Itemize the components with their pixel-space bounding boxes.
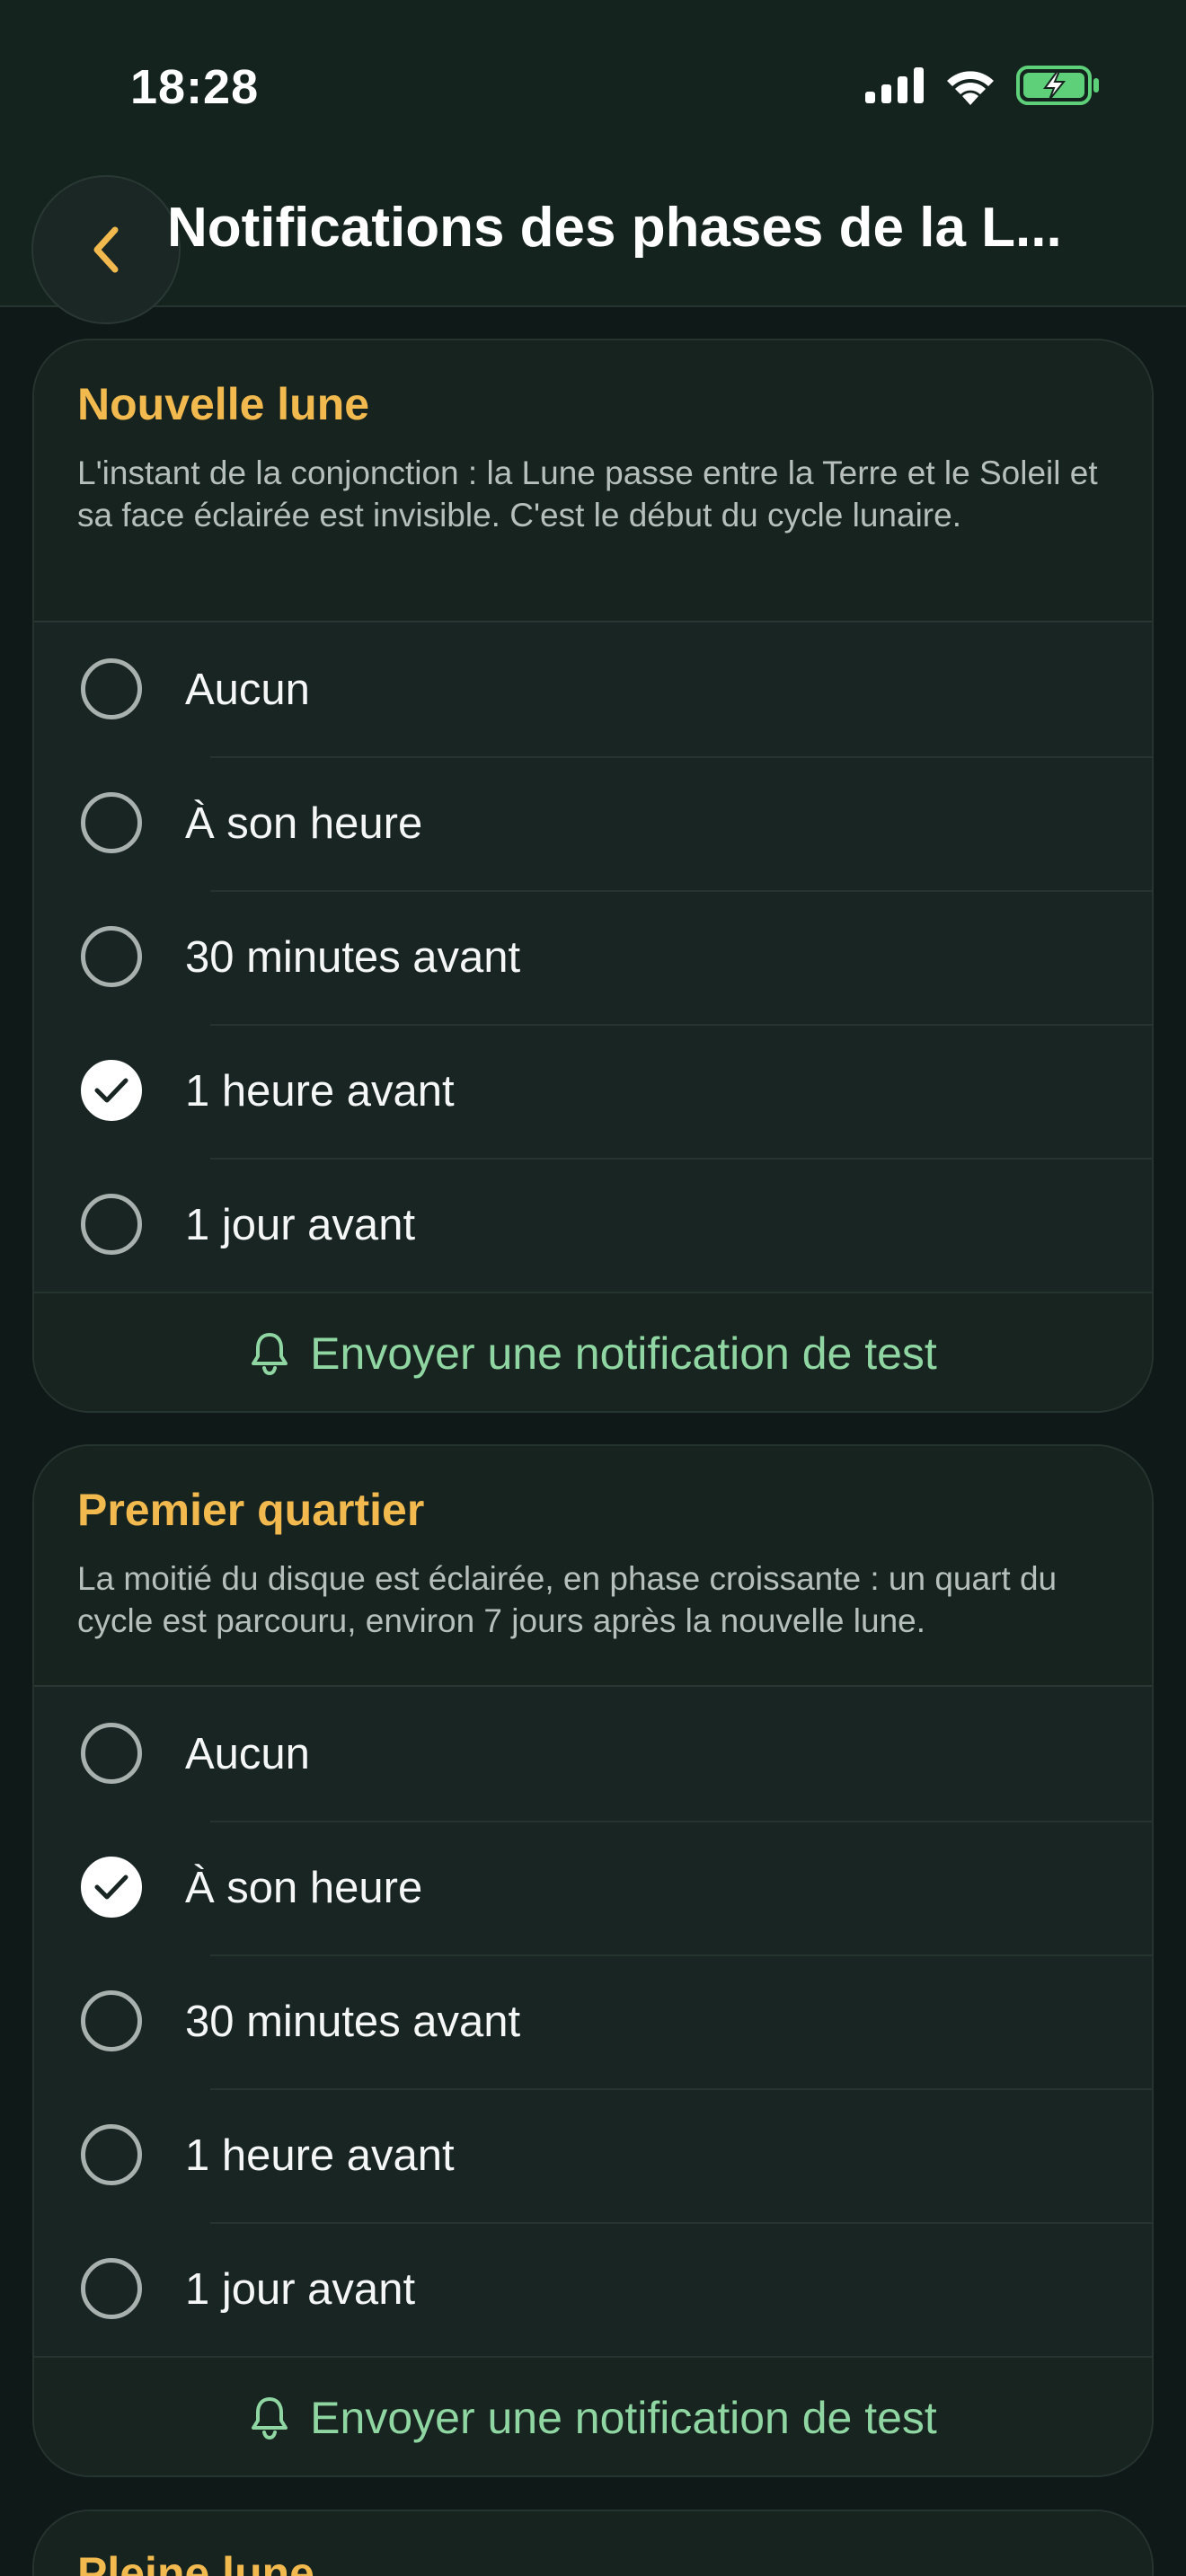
card-description: L'instant de la conjonction : la Lune pa… — [77, 454, 1098, 534]
option-label: 1 heure avant — [185, 1066, 455, 1116]
test-button-label: Envoyer une notification de test — [310, 1328, 937, 1379]
option-label: Aucun — [185, 665, 310, 714]
option-a-son-heure[interactable]: À son heure — [34, 756, 1152, 890]
phase-card-premier-quartier: Premier quartier La moitié du disque est… — [32, 1444, 1154, 2477]
navigation-bar: Notifications des phases de la L... — [0, 171, 1186, 324]
bell-icon — [252, 2397, 288, 2440]
radio-unchecked-icon[interactable] — [81, 792, 142, 853]
option-label: 30 minutes avant — [185, 1997, 521, 2046]
phase-card-nouvelle-lune: Nouvelle lune L'instant de la conjonctio… — [32, 339, 1154, 1413]
radio-unchecked-icon[interactable] — [81, 1723, 142, 1784]
option-label: 1 jour avant — [185, 2264, 416, 2314]
option-a-son-heure[interactable]: À son heure — [34, 1821, 1152, 1954]
option-1-heure-avant[interactable]: 1 heure avant — [34, 1024, 1152, 1158]
radio-unchecked-icon[interactable] — [81, 2124, 142, 2185]
cellular-signal-icon — [865, 67, 924, 103]
option-label: À son heure — [185, 798, 423, 848]
card-title: Nouvelle lune — [77, 379, 370, 429]
option-label: À son heure — [185, 1863, 423, 1912]
option-label: 30 minutes avant — [185, 932, 521, 982]
status-bar: 18:28 — [0, 0, 1186, 171]
chevron-left-icon — [93, 226, 119, 273]
status-icons — [865, 63, 1101, 108]
bell-icon — [252, 1333, 288, 1376]
card-title: Pleine lune — [77, 2548, 314, 2576]
back-button[interactable] — [31, 175, 181, 324]
card-header: Premier quartier La moitié du disque est… — [34, 1446, 1152, 1687]
option-1-jour-avant[interactable]: 1 jour avant — [34, 2222, 1152, 2356]
battery-charging-icon — [1016, 66, 1099, 105]
test-button-label: Envoyer une notification de test — [310, 2393, 937, 2443]
checkmark-icon — [94, 1078, 128, 1103]
send-test-notification-button[interactable]: Envoyer une notification de test — [34, 1292, 1152, 1411]
option-1-heure-avant[interactable]: 1 heure avant — [34, 2088, 1152, 2222]
option-label: 1 heure avant — [185, 2130, 455, 2180]
phase-card-pleine-lune: Pleine lune — [32, 2510, 1154, 2576]
card-header: Pleine lune — [34, 2511, 1152, 2576]
option-aucun[interactable]: Aucun — [34, 622, 1152, 756]
option-30-minutes-avant[interactable]: 30 minutes avant — [34, 1954, 1152, 2088]
radio-checked-icon[interactable] — [81, 1060, 142, 1121]
radio-unchecked-icon[interactable] — [81, 1990, 142, 2051]
card-title: Premier quartier — [77, 1485, 425, 1535]
status-time: 18:28 — [130, 60, 260, 114]
radio-unchecked-icon[interactable] — [81, 1194, 142, 1255]
option-label: 1 jour avant — [185, 1200, 416, 1249]
wifi-icon — [947, 71, 994, 105]
radio-unchecked-icon[interactable] — [81, 2258, 142, 2319]
option-1-jour-avant[interactable]: 1 jour avant — [34, 1158, 1152, 1292]
option-label: Aucun — [185, 1729, 310, 1778]
page-title: Notifications des phases de la L... — [167, 197, 1062, 259]
checkmark-icon — [94, 1875, 128, 1900]
option-30-minutes-avant[interactable]: 30 minutes avant — [34, 890, 1152, 1024]
option-aucun[interactable]: Aucun — [34, 1687, 1152, 1821]
radio-unchecked-icon[interactable] — [81, 926, 142, 987]
card-description: La moitié du disque est éclairée, en pha… — [77, 1560, 1058, 1639]
card-header: Nouvelle lune L'instant de la conjonctio… — [34, 340, 1152, 622]
radio-checked-icon[interactable] — [81, 1857, 142, 1918]
send-test-notification-button[interactable]: Envoyer une notification de test — [34, 2356, 1152, 2475]
radio-unchecked-icon[interactable] — [81, 658, 142, 719]
